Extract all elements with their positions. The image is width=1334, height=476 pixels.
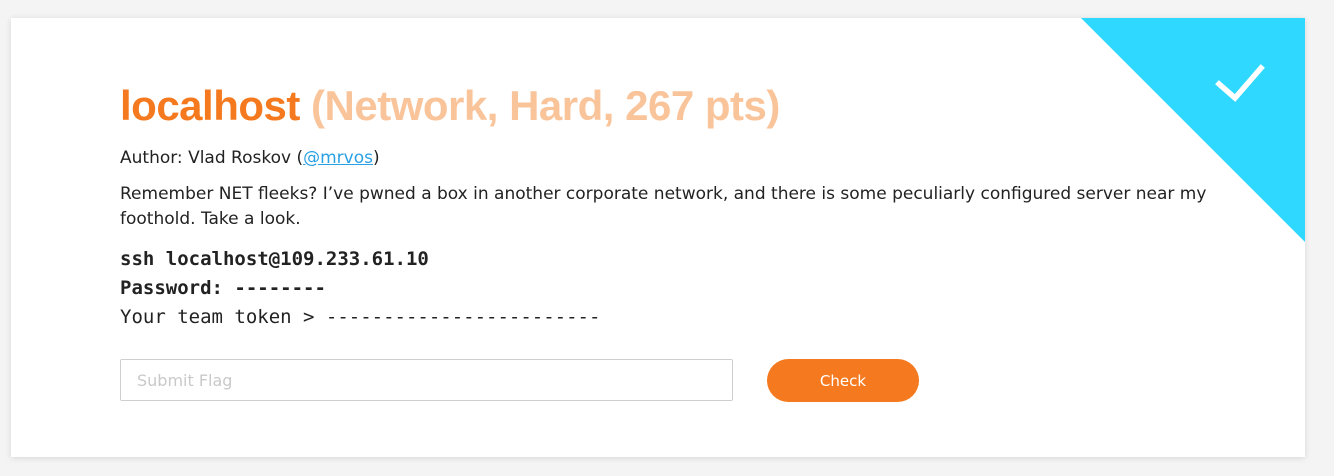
team-token-line: Your team token > ----------------------… — [120, 306, 601, 328]
challenge-title: localhost (Network, Hard, 267 pts) — [120, 78, 780, 134]
author-suffix: ) — [372, 148, 380, 168]
author-handle-link[interactable]: @mrvos — [303, 148, 373, 168]
password-line: Password: -------- — [120, 277, 326, 299]
check-button[interactable]: Check — [767, 359, 919, 402]
author-prefix: Author: Vlad Roskov ( — [120, 148, 304, 168]
challenge-card: localhost (Network, Hard, 267 pts) Autho… — [11, 18, 1305, 457]
ssh-command: ssh localhost@109.233.61.10 — [120, 248, 429, 270]
challenge-description: Remember NET fleeks? I’ve pwned a box in… — [120, 184, 1207, 229]
flag-input[interactable] — [120, 359, 733, 401]
connection-info: ssh localhost@109.233.61.10 Password: ---… — [120, 245, 600, 332]
challenge-meta: (Network, Hard, 267 pts) — [311, 82, 780, 129]
challenge-name: localhost — [120, 82, 300, 129]
author-line: Author: Vlad Roskov (@mrvos) — [120, 146, 380, 170]
